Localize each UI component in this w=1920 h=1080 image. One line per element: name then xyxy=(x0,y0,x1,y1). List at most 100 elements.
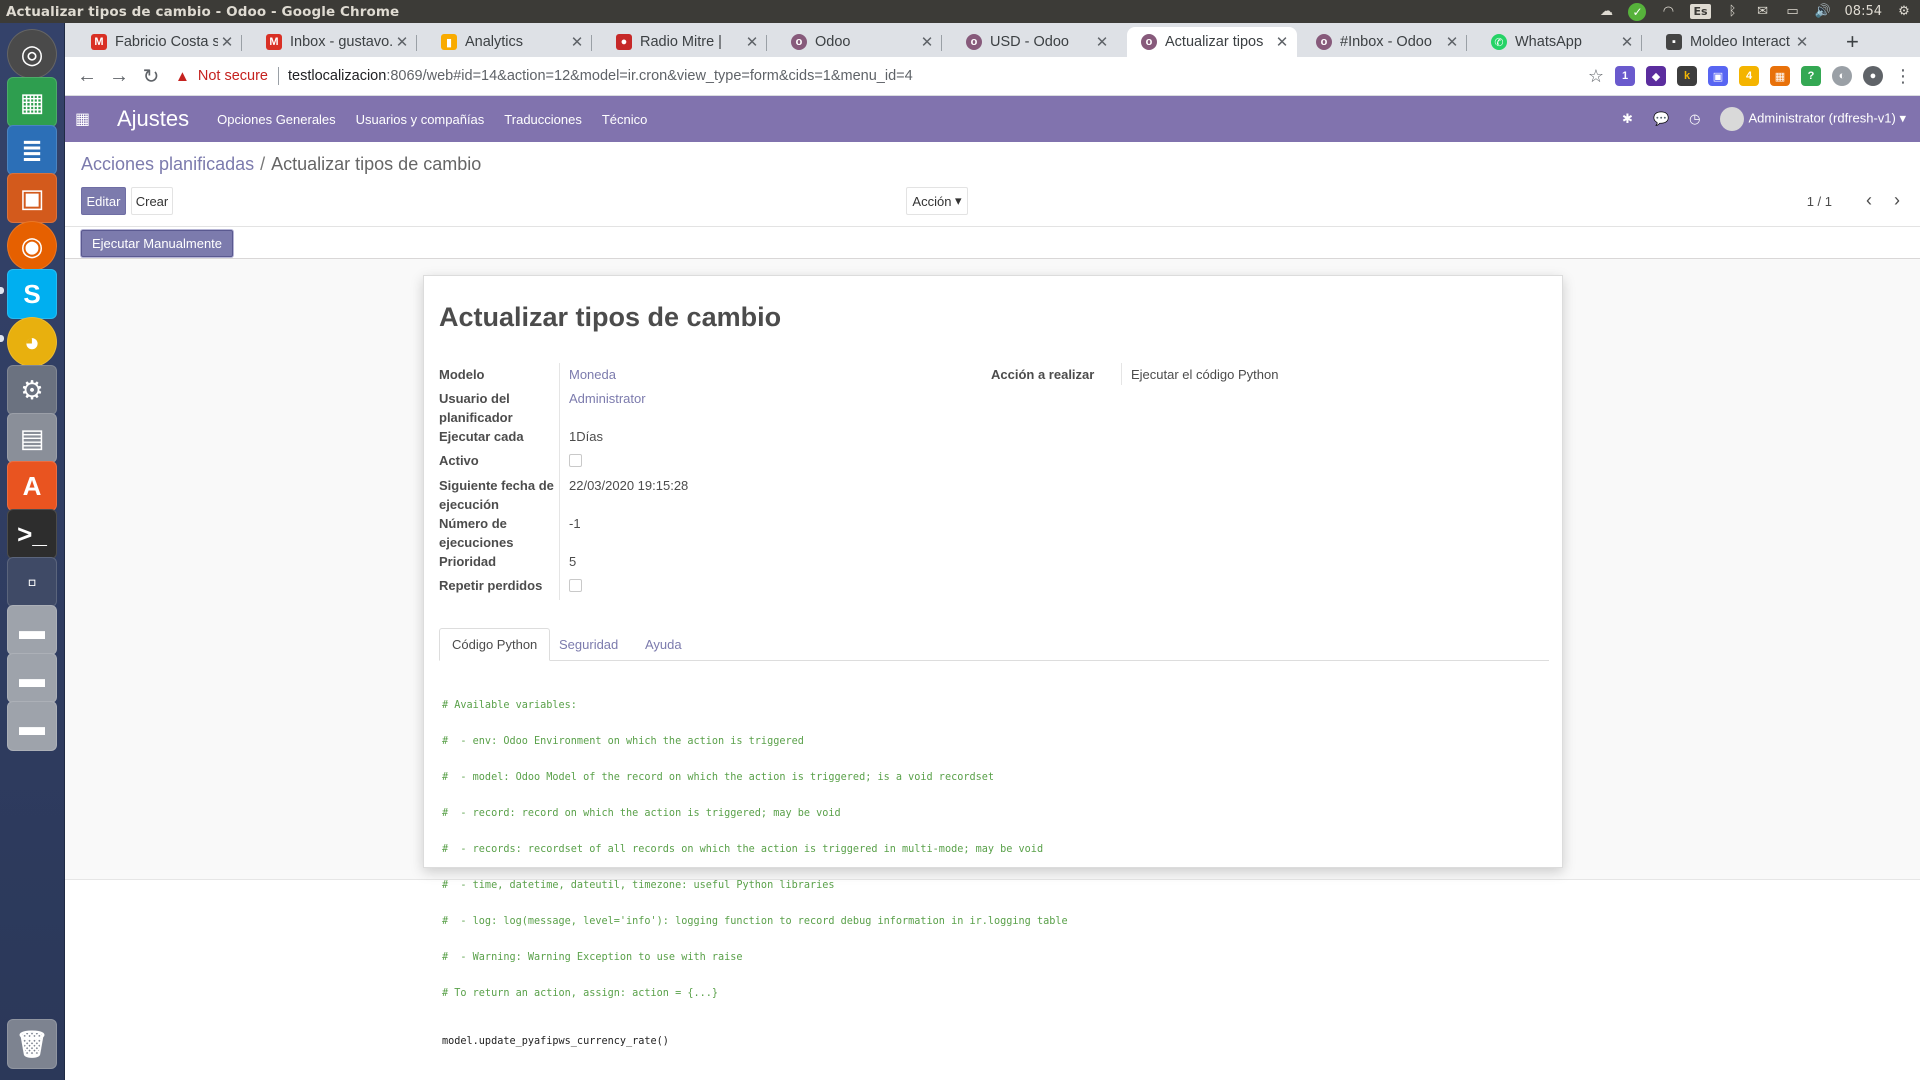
bookmark-star-icon[interactable]: ☆ xyxy=(1588,66,1604,87)
close-icon[interactable]: ✕ xyxy=(1793,33,1811,51)
cloud-icon[interactable]: ☁ xyxy=(1598,4,1614,19)
settings-gear-icon[interactable]: ⚙ xyxy=(1896,4,1912,19)
app-name[interactable]: Ajustes xyxy=(117,106,189,132)
profile-avatar-icon[interactable]: ● xyxy=(1863,66,1883,86)
spreadsheet-app-icon[interactable]: ▦ xyxy=(7,77,57,127)
browser-tab-active[interactable]: o Actualizar tipos ✕ xyxy=(1127,27,1297,57)
skype-icon[interactable]: S xyxy=(7,269,57,319)
extension-icon[interactable]: ◆ xyxy=(1646,66,1666,86)
extension-icon[interactable]: 1 xyxy=(1615,66,1635,86)
not-secure-label[interactable]: Not secure xyxy=(198,68,268,84)
user-menu[interactable]: Administrator (rdfresh-v1) ▾ xyxy=(1720,107,1906,131)
forward-icon[interactable]: → xyxy=(103,65,135,88)
activo-checkbox[interactable] xyxy=(569,454,582,467)
menu-opciones-generales[interactable]: Opciones Generales xyxy=(217,112,336,127)
apps-grid-icon[interactable]: ▦ xyxy=(75,109,95,129)
drive-icon[interactable]: ▬ xyxy=(7,605,57,655)
writer-app-icon[interactable]: ≣ xyxy=(7,125,57,175)
address-bar[interactable]: ▲ Not secure testlocalizacion:8069/web#i… xyxy=(175,61,1575,91)
url-host: testlocalizacion xyxy=(287,68,387,84)
extension-icon[interactable]: ? xyxy=(1801,66,1821,86)
pager-next-icon[interactable]: › xyxy=(1894,190,1900,211)
back-icon[interactable]: ← xyxy=(71,65,103,88)
chrome-icon[interactable]: ◕ xyxy=(7,317,57,367)
close-icon[interactable]: ✕ xyxy=(218,33,236,51)
tab-codigo-python[interactable]: Código Python xyxy=(439,628,551,661)
control-panel: Acciones planificadas / Actualizar tipos d… xyxy=(65,142,1920,227)
pager-previous-icon[interactable]: ‹ xyxy=(1866,190,1872,211)
sync-ok-icon[interactable]: ✓ xyxy=(1628,2,1647,21)
browser-tab[interactable]: ▮ Analytics ✕ xyxy=(427,27,592,57)
user-name: Administrator (rdfresh-v1) xyxy=(1748,110,1896,126)
run-manually-button[interactable]: Ejecutar Manualmente xyxy=(81,230,233,257)
mail-icon[interactable]: ✉ xyxy=(1755,4,1771,19)
close-icon[interactable]: ✕ xyxy=(1273,33,1291,51)
code-comment-line: # - Warning: Warning Exception to use wi… xyxy=(442,952,743,963)
close-icon[interactable]: ✕ xyxy=(1443,33,1461,51)
files-icon[interactable]: ▤ xyxy=(7,413,57,463)
tab-seguridad[interactable]: Seguridad xyxy=(547,628,630,661)
extension-icon[interactable]: ▣ xyxy=(1708,66,1728,86)
field-value-siguiente-fecha: 22/03/2020 19:15:28 xyxy=(569,478,689,493)
browser-tab[interactable]: M Fabricio Costa s ✕ xyxy=(77,27,242,57)
radio-icon: ● xyxy=(616,34,632,50)
software-center-icon[interactable]: A xyxy=(7,461,57,511)
pager-value[interactable]: 1 / 1 xyxy=(1807,194,1832,209)
repetir-perdidos-checkbox[interactable] xyxy=(569,579,582,592)
chrome-menu-icon[interactable]: ⋮ xyxy=(1894,66,1912,87)
bluetooth-icon[interactable]: ᛒ xyxy=(1725,4,1741,19)
close-icon[interactable]: ✕ xyxy=(743,33,761,51)
menu-traducciones[interactable]: Traducciones xyxy=(504,112,582,127)
trash-icon[interactable]: 🗑 xyxy=(7,1019,57,1069)
create-button[interactable]: Crear xyxy=(131,187,173,215)
close-icon[interactable]: ✕ xyxy=(1093,33,1111,51)
dash-home-icon[interactable]: ◎ xyxy=(7,29,57,79)
drive-icon[interactable]: ▬ xyxy=(7,653,57,703)
breadcrumb-parent[interactable]: Acciones planificadas xyxy=(81,154,254,174)
keyboard-layout-indicator[interactable]: Es xyxy=(1690,4,1711,19)
extension-icon[interactable]: 4 xyxy=(1739,66,1759,86)
wifi-icon[interactable]: ◠ xyxy=(1660,4,1676,19)
close-icon[interactable]: ✕ xyxy=(1618,33,1636,51)
close-icon[interactable]: ✕ xyxy=(393,33,411,51)
drive-icon[interactable]: ▬ xyxy=(7,701,57,751)
close-icon[interactable]: ✕ xyxy=(568,33,586,51)
close-icon[interactable]: ✕ xyxy=(918,33,936,51)
browser-tab[interactable]: ▪ Moldeo Interact ✕ xyxy=(1652,27,1817,57)
reload-icon[interactable]: ↻ xyxy=(135,64,167,89)
field-label-numero-2: ejecuciones xyxy=(439,535,514,550)
browser-tab[interactable]: o Odoo ✕ xyxy=(777,27,942,57)
new-tab-button[interactable]: + xyxy=(1846,29,1859,55)
edit-button[interactable]: Editar xyxy=(81,187,126,215)
browser-tab[interactable]: o USD - Odoo ✕ xyxy=(952,27,1117,57)
python-code-editor[interactable]: # Available variables: # - env: Odoo Env… xyxy=(442,676,1068,1072)
clock[interactable]: 08:54 xyxy=(1845,4,1882,19)
activity-clock-icon[interactable]: ◷ xyxy=(1689,111,1700,127)
browser-tab[interactable]: o #Inbox - Odoo ✕ xyxy=(1302,27,1467,57)
extension-icon[interactable]: ◐ xyxy=(1832,66,1852,86)
extension-icon[interactable]: ▦ xyxy=(1770,66,1790,86)
field-value-usuario[interactable]: Administrator xyxy=(569,389,646,408)
volume-icon[interactable]: 🔊 xyxy=(1814,4,1830,19)
extension-icon[interactable]: k xyxy=(1677,66,1697,86)
field-value-modelo[interactable]: Moneda xyxy=(569,365,616,384)
field-label-usuario-1: Usuario del xyxy=(439,391,510,406)
code-comment-line: # - time, datetime, dateutil, timezone: … xyxy=(442,880,835,891)
breadcrumb-current: Actualizar tipos de cambio xyxy=(271,154,482,174)
system-settings-icon[interactable]: ⚙ xyxy=(7,365,57,415)
browser-tab[interactable]: ● Radio Mitre | ✕ xyxy=(602,27,767,57)
menu-tecnico[interactable]: Técnico xyxy=(602,112,648,127)
terminal-icon[interactable]: >_ xyxy=(7,509,57,559)
menu-usuarios-companias[interactable]: Usuarios y compañías xyxy=(356,112,485,127)
warning-icon: ▲ xyxy=(175,67,190,85)
workspace-switcher-icon[interactable]: ▫ xyxy=(7,557,57,607)
browser-tab[interactable]: M Inbox - gustavo. ✕ xyxy=(252,27,417,57)
tab-ayuda[interactable]: Ayuda xyxy=(633,628,694,661)
browser-tab[interactable]: ✆ WhatsApp ✕ xyxy=(1477,27,1642,57)
battery-icon[interactable]: ▭ xyxy=(1785,4,1801,19)
chat-icon[interactable]: 💬 xyxy=(1653,111,1669,127)
debug-bug-icon[interactable]: ✱ xyxy=(1622,111,1633,127)
action-dropdown[interactable]: Acción ▾ xyxy=(906,187,968,215)
firefox-icon[interactable]: ◉ xyxy=(7,221,57,271)
impress-app-icon[interactable]: ▣ xyxy=(7,173,57,223)
